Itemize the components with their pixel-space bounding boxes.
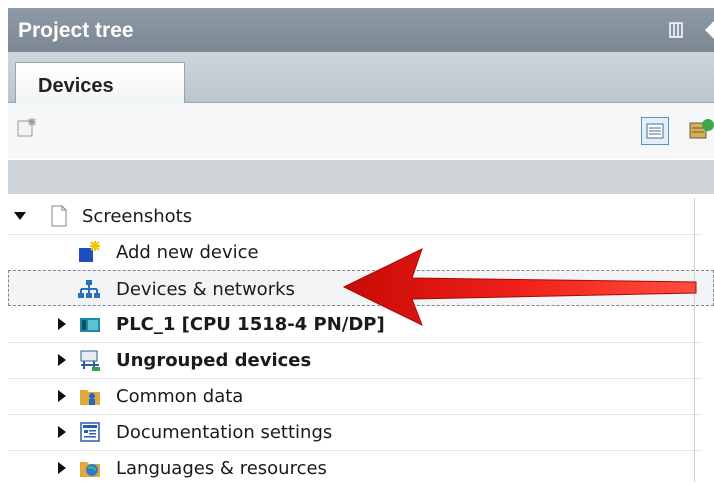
documentation-icon xyxy=(80,422,100,442)
tab-devices-label: Devices xyxy=(38,75,114,97)
add-new-group-icon[interactable] xyxy=(17,117,37,137)
tree-item-label: Common data xyxy=(116,386,244,407)
project-tree: Screenshots Add new device Devices & net… xyxy=(8,198,714,482)
tree-item-label: Languages & resources xyxy=(116,458,327,479)
expand-arrow-icon[interactable] xyxy=(58,426,66,438)
column-divider xyxy=(694,198,695,482)
tree-item-label: Devices & networks xyxy=(116,279,295,300)
expand-arrow-icon[interactable] xyxy=(58,462,66,474)
header-strip xyxy=(8,160,714,194)
tree-root-screenshots[interactable]: Screenshots xyxy=(8,198,714,234)
pin-panel-icon[interactable] xyxy=(669,22,683,38)
annotation-arrow-icon xyxy=(342,248,697,327)
tree-item-documentation-settings[interactable]: Documentation settings xyxy=(8,414,714,450)
common-data-icon xyxy=(80,390,100,405)
expand-arrow-icon[interactable] xyxy=(58,354,66,366)
plc-icon xyxy=(80,318,100,332)
overview-icon[interactable] xyxy=(688,117,714,141)
tree-item-label: Screenshots xyxy=(82,206,193,227)
expand-arrow-icon[interactable] xyxy=(14,212,26,220)
languages-icon xyxy=(80,462,100,477)
list-view-icon xyxy=(646,123,664,139)
tree-item-label: Documentation settings xyxy=(116,422,333,443)
expand-arrow-icon[interactable] xyxy=(58,390,66,402)
tree-item-ungrouped-devices[interactable]: Ungrouped devices xyxy=(8,342,714,378)
tree-toolbar xyxy=(8,103,714,159)
ungrouped-devices-icon xyxy=(80,350,100,371)
tree-item-common-data[interactable]: Common data xyxy=(8,378,714,414)
tree-item-label: Add new device xyxy=(116,242,259,263)
tree-item-languages-resources[interactable]: Languages & resources xyxy=(8,450,714,486)
add-device-icon xyxy=(79,241,100,262)
tree-item-label: Ungrouped devices xyxy=(116,350,312,371)
collapse-panel-icon[interactable] xyxy=(705,21,714,39)
expand-arrow-icon[interactable] xyxy=(58,318,66,330)
panel-title: Project tree xyxy=(18,19,134,42)
tab-devices[interactable]: Devices xyxy=(15,62,185,103)
project-tree-header: Project tree xyxy=(8,8,714,52)
details-view-button[interactable] xyxy=(641,117,669,145)
project-icon xyxy=(51,205,67,227)
network-icon xyxy=(78,280,100,298)
tab-bar: Devices xyxy=(8,52,714,103)
